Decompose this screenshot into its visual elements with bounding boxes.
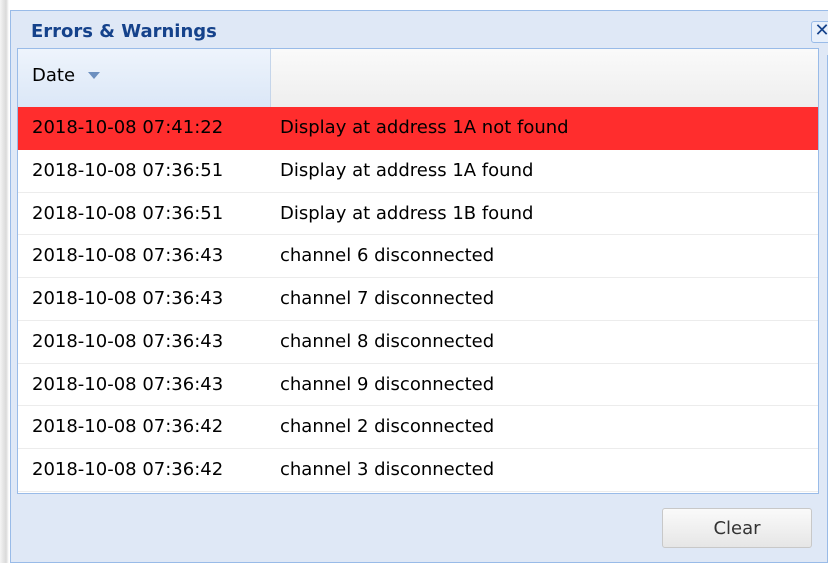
cell-date: 2018-10-08 07:36:43 xyxy=(32,288,224,309)
table-row[interactable]: 2018-10-08 07:36:43 channel 8 disconnecte… xyxy=(18,321,818,364)
sort-desc-arrow-icon xyxy=(88,72,100,79)
cell-message: Display at address 1A not found xyxy=(280,117,569,138)
clear-button[interactable]: Clear xyxy=(662,508,812,548)
table-row[interactable]: 2018-10-08 07:36:43 channel 7 disconnecte… xyxy=(18,278,818,321)
dialog-footer: Clear xyxy=(17,494,819,553)
column-header-date-label: Date xyxy=(32,65,76,86)
table-row[interactable]: 2018-10-08 07:36:43 channel 6 disconnecte… xyxy=(18,235,818,278)
errors-grid: Date 2018-10-08 07:41:22 Display at addre… xyxy=(17,48,819,494)
close-button[interactable]: ✕ xyxy=(811,21,828,43)
table-row[interactable]: 2018-10-08 07:36:43 channel 9 disconnecte… xyxy=(18,364,818,407)
column-header-date[interactable]: Date xyxy=(18,49,271,107)
cell-message: channel 7 disconnected xyxy=(280,288,495,309)
cell-message: channel 3 disconnected xyxy=(280,459,495,480)
cell-date: 2018-10-08 07:36:42 xyxy=(32,459,224,480)
cell-date: 2018-10-08 07:36:43 xyxy=(32,330,224,352)
grid-body: 2018-10-08 07:41:22 Display at address 1A… xyxy=(18,107,818,492)
column-header-message[interactable] xyxy=(271,49,818,107)
background-edge xyxy=(0,0,9,563)
cell-date: 2018-10-08 07:36:42 xyxy=(32,416,224,438)
dialog-title: Errors & Warnings xyxy=(31,21,217,42)
table-row[interactable]: 2018-10-08 07:36:51 Display at address 1A… xyxy=(18,150,818,193)
cell-message: channel 9 disconnected xyxy=(280,373,495,395)
table-row[interactable]: 2018-10-08 07:36:42 channel 3 disconnecte… xyxy=(18,449,818,492)
cell-date: 2018-10-08 07:41:22 xyxy=(32,117,224,138)
table-row[interactable]: 2018-10-08 07:41:22 Display at address 1A… xyxy=(18,107,818,150)
clear-button-label: Clear xyxy=(713,518,761,539)
cell-date: 2018-10-08 07:36:51 xyxy=(32,159,224,181)
table-row[interactable]: 2018-10-08 07:36:42 channel 2 disconnecte… xyxy=(18,406,818,449)
grid-header: Date xyxy=(18,49,818,108)
cell-message: channel 8 disconnected xyxy=(280,330,495,352)
cell-date: 2018-10-08 07:36:43 xyxy=(32,373,224,395)
cell-message: Display at address 1A found xyxy=(280,159,534,181)
cell-message: channel 6 disconnected xyxy=(280,245,495,267)
table-row[interactable]: 2018-10-08 07:36:51 Display at address 1B… xyxy=(18,193,818,236)
cell-message: channel 2 disconnected xyxy=(280,416,495,438)
close-icon: ✕ xyxy=(814,20,828,41)
cell-message: Display at address 1B found xyxy=(280,202,534,224)
cell-date: 2018-10-08 07:36:51 xyxy=(32,202,224,224)
cell-date: 2018-10-08 07:36:43 xyxy=(32,245,224,267)
